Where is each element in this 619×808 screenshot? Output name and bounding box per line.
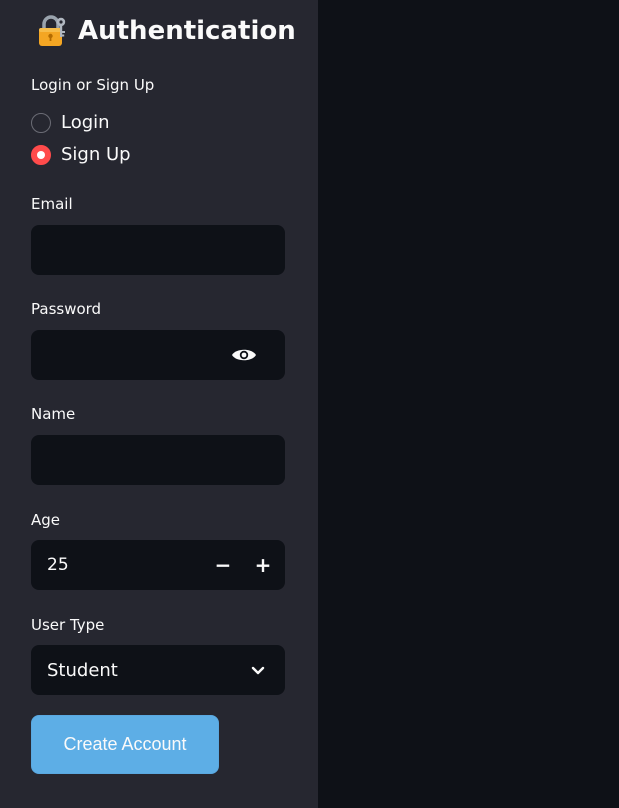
radio-circle-login[interactable] [31, 112, 51, 133]
app-window: Authentication Login or Sign Up Login Si… [0, 0, 619, 808]
radio-sign-up[interactable]: Sign Up [31, 144, 131, 165]
email-field[interactable] [31, 225, 285, 275]
lock-with-key-icon [39, 15, 66, 46]
radio-login-label: Login [61, 112, 110, 133]
user-type-label: User Type [31, 616, 105, 634]
user-type-select[interactable]: Student [31, 645, 285, 695]
sidebar: Authentication Login or Sign Up Login Si… [0, 0, 326, 808]
radio-sign-up-label: Sign Up [61, 144, 131, 165]
email-label: Email [31, 195, 73, 213]
minus-icon: − [214, 553, 232, 577]
user-type-selected-value: Student [47, 659, 118, 681]
age-value[interactable]: 25 [31, 555, 203, 575]
age-label: Age [31, 511, 61, 529]
chevron-down-icon [251, 666, 265, 675]
password-label: Password [31, 300, 102, 318]
age-stepper: 25 − + [31, 540, 285, 590]
increment-button[interactable]: + [243, 540, 283, 590]
password-field-container [31, 330, 326, 380]
create-account-button[interactable]: Create Account [31, 715, 219, 774]
password-field[interactable] [31, 330, 326, 380]
page-title: Authentication [78, 16, 296, 46]
plus-icon: + [254, 553, 272, 577]
main-content-area [318, 0, 619, 808]
sidebar-title: Authentication [36, 14, 296, 48]
email-field-container [31, 225, 285, 275]
name-label: Name [31, 405, 76, 423]
radio-selected-dot [37, 150, 45, 159]
decrement-button[interactable]: − [203, 540, 243, 590]
radio-login[interactable]: Login [31, 112, 110, 133]
eye-icon[interactable] [231, 347, 257, 363]
mode-label: Login or Sign Up [31, 76, 155, 94]
radio-circle-sign-up[interactable] [31, 144, 51, 165]
name-field-container [31, 435, 285, 485]
name-field[interactable] [31, 435, 285, 485]
